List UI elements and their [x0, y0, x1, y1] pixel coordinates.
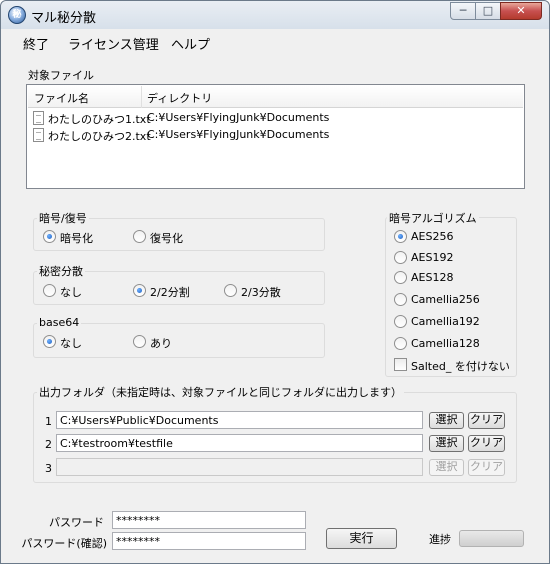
output-row-number: 3 — [45, 462, 52, 475]
output-folder-title: 出力フォルダ（未指定時は、対象ファイルと同じフォルダに出力します） — [37, 384, 404, 400]
run-button[interactable]: 実行 — [326, 528, 397, 549]
file-name: わたしのひみつ2.txt — [48, 130, 151, 143]
radio-dot — [43, 230, 56, 243]
maximize-button[interactable]: □ — [475, 2, 501, 20]
radio-camellia128-label: Camellia128 — [411, 337, 480, 350]
text-file-icon — [33, 111, 44, 125]
column-divider[interactable] — [141, 86, 142, 108]
checkbox-box — [394, 358, 407, 371]
password-field[interactable]: ******** — [112, 511, 306, 529]
clear-button-1[interactable]: クリア — [468, 412, 505, 429]
split-group-title: 秘密分散 — [37, 263, 85, 279]
radio-split-2of2-label: 2/2分割 — [150, 286, 190, 299]
output-row-number: 1 — [45, 415, 52, 428]
radio-dot — [394, 230, 407, 243]
target-files-label: 対象ファイル — [28, 69, 94, 82]
radio-dot — [224, 284, 237, 297]
title-bar: 秘 マル秘分散 ─ □ ✕ — [1, 1, 549, 29]
menu-exit[interactable]: 終了 — [23, 34, 49, 53]
text-file-icon — [33, 128, 44, 142]
radio-encrypt-label: 暗号化 — [60, 232, 93, 245]
radio-dot — [133, 230, 146, 243]
radio-dot — [394, 315, 407, 328]
clear-button-2[interactable]: クリア — [468, 435, 505, 452]
progress-bar — [459, 530, 524, 547]
column-header-filename[interactable]: ファイル名 — [34, 90, 89, 106]
output-row-number: 2 — [45, 438, 52, 451]
radio-dot — [394, 337, 407, 350]
radio-aes256-label: AES256 — [411, 230, 454, 243]
app-window: 秘 マル秘分散 ─ □ ✕ 終了 ライセンス管理 ヘルプ 対象ファイル ファイル… — [0, 0, 550, 564]
file-row[interactable]: わたしのひみつ1.txt C:¥Users¥FlyingJunk¥Documen… — [28, 110, 523, 127]
clear-button-3: クリア — [468, 459, 505, 476]
radio-split-none-label: なし — [60, 286, 82, 299]
radio-dot — [394, 293, 407, 306]
file-directory: C:¥Users¥FlyingJunk¥Documents — [147, 111, 330, 124]
password-label: パスワード — [49, 516, 104, 529]
radio-split-2of3-label: 2/3分散 — [241, 286, 281, 299]
menu-help[interactable]: ヘルプ — [171, 34, 210, 53]
progress-label: 進捗 — [429, 533, 451, 546]
select-button-2[interactable]: 選択 — [429, 435, 464, 452]
window-title: マル秘分散 — [31, 11, 97, 26]
select-button-3: 選択 — [429, 459, 464, 476]
password-confirm-field[interactable]: ******** — [112, 532, 306, 550]
base64-group-title: base64 — [37, 316, 82, 329]
app-logo-icon: 秘 — [8, 6, 26, 24]
file-row[interactable]: わたしのひみつ2.txt C:¥Users¥FlyingJunk¥Documen… — [28, 127, 523, 144]
salted-checkbox-label: Salted_ を付けない — [411, 360, 510, 373]
radio-dot — [43, 284, 56, 297]
radio-decrypt-label: 復号化 — [150, 232, 183, 245]
algorithm-group-title: 暗号アルゴリズム — [387, 210, 479, 226]
radio-dot — [133, 284, 146, 297]
file-list[interactable]: ファイル名 ディレクトリ わたしのひみつ1.txt C:¥Users¥Flyin… — [26, 84, 525, 189]
menu-license[interactable]: ライセンス管理 — [68, 34, 159, 53]
close-button[interactable]: ✕ — [500, 2, 542, 20]
output-folder-field-1[interactable]: C:¥Users¥Public¥Documents — [56, 411, 423, 429]
radio-aes192-label: AES192 — [411, 251, 454, 264]
minimize-button[interactable]: ─ — [450, 2, 476, 20]
select-button-1[interactable]: 選択 — [429, 412, 464, 429]
column-header-directory[interactable]: ディレクトリ — [147, 90, 212, 106]
file-directory: C:¥Users¥FlyingJunk¥Documents — [147, 128, 330, 141]
output-folder-field-3 — [56, 458, 423, 476]
output-folder-field-2[interactable]: C:¥testroom¥testfile — [56, 434, 423, 452]
radio-base64-none-label: なし — [60, 337, 82, 350]
menu-bar: 終了 ライセンス管理 ヘルプ — [1, 29, 549, 55]
file-list-header: ファイル名 ディレクトリ — [28, 86, 523, 108]
file-name: わたしのひみつ1.txt — [48, 113, 151, 126]
radio-base64-yes-label: あり — [150, 337, 172, 350]
radio-aes128-label: AES128 — [411, 271, 454, 284]
radio-dot — [394, 271, 407, 284]
radio-dot — [133, 335, 146, 348]
mode-group-title: 暗号/復号 — [37, 210, 89, 226]
radio-camellia192-label: Camellia192 — [411, 315, 480, 328]
password-confirm-label: パスワード(確認) — [21, 537, 107, 550]
radio-camellia256-label: Camellia256 — [411, 293, 480, 306]
radio-dot — [394, 251, 407, 264]
radio-dot — [43, 335, 56, 348]
